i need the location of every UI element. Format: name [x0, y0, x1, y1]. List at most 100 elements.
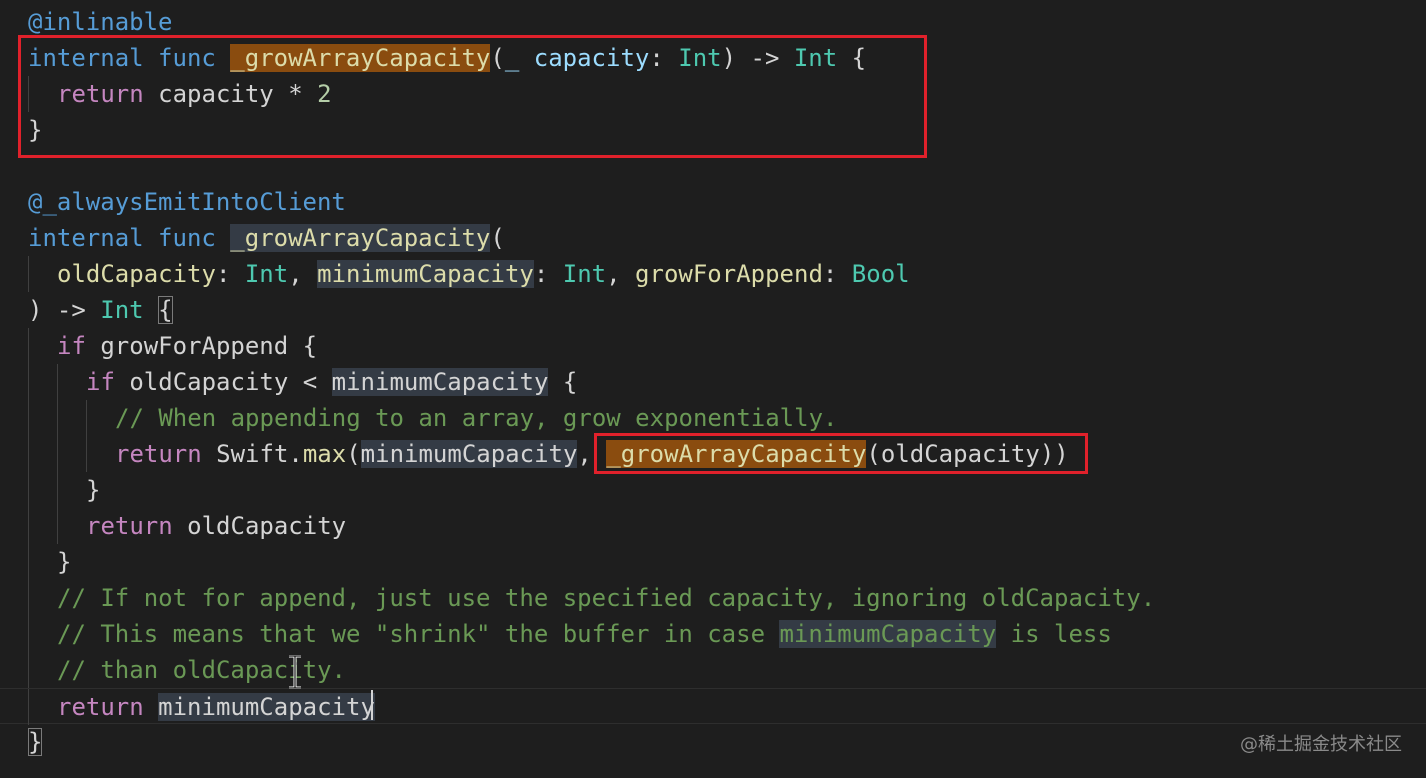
code-token: Int [100, 296, 144, 324]
code-token: is less [996, 620, 1112, 648]
indent-guide [28, 508, 29, 544]
code-token: func [158, 224, 216, 252]
code-token: Int [562, 260, 607, 288]
code-token: if [86, 368, 115, 396]
code-text: return minimumCapacity [57, 689, 375, 725]
indent-guide [28, 328, 29, 364]
indent-guide [86, 400, 87, 436]
code-token: , [288, 260, 318, 288]
code-token: minimumCapacity [331, 368, 549, 396]
indent-guide [28, 616, 29, 652]
code-token: minimumCapacity [317, 260, 534, 288]
code-token: growForAppend { [85, 332, 318, 360]
code-token: ( [346, 440, 361, 468]
code-token: @_alwaysEmitIntoClient [28, 188, 346, 216]
indent-guide [28, 400, 29, 436]
code-text: internal func _growArrayCapacity( [28, 220, 505, 256]
code-text: ) -> Int { [28, 292, 173, 328]
code-line[interactable]: } [0, 472, 1426, 508]
code-token: ( [490, 224, 505, 252]
code-token: } [57, 548, 72, 576]
code-text: } [28, 724, 43, 760]
code-text: } [57, 544, 71, 580]
code-token: ) -> [28, 296, 101, 324]
code-token: : [215, 260, 245, 288]
code-token: { [158, 296, 173, 324]
code-token: internal [28, 224, 144, 252]
indent-guide [28, 580, 29, 616]
highlight-box-function-call [594, 433, 1088, 474]
code-line[interactable]: // When appending to an array, grow expo… [0, 400, 1426, 436]
code-text: // than oldCapacity. [57, 652, 346, 688]
highlight-box-function-definition [18, 35, 927, 158]
code-token: return [115, 440, 202, 468]
code-token: Bool [851, 260, 910, 288]
code-line[interactable]: } [0, 724, 1426, 760]
code-token: return [57, 693, 144, 721]
indent-guide [57, 400, 58, 436]
code-token: minimumCapacity [779, 620, 997, 648]
code-line[interactable]: return oldCapacity [0, 508, 1426, 544]
code-token: // than oldCapacity. [57, 656, 346, 684]
code-line[interactable]: // than oldCapacity. [0, 652, 1426, 688]
code-token: : [533, 260, 563, 288]
code-line[interactable]: return minimumCapacity [0, 688, 1426, 725]
ibeam-cursor-icon [289, 655, 301, 689]
code-token: { [548, 368, 578, 396]
code-token: } [28, 728, 43, 756]
code-token: minimumCapacity [158, 693, 375, 721]
code-token: oldCapacity < [114, 368, 332, 396]
code-line[interactable]: if growForAppend { [0, 328, 1426, 364]
code-text: // If not for append, just use the speci… [57, 580, 1155, 616]
code-token: , [606, 260, 636, 288]
code-line[interactable]: oldCapacity: Int, minimumCapacity: Int, … [0, 256, 1426, 292]
code-token: // This means that we "shrink" the buffe… [57, 620, 780, 648]
code-line[interactable]: // This means that we "shrink" the buffe… [0, 616, 1426, 652]
indent-guide [57, 364, 58, 400]
code-token: oldCapacity [172, 512, 347, 540]
code-line[interactable]: @_alwaysEmitIntoClient [0, 184, 1426, 220]
code-token: : [822, 260, 852, 288]
code-token: } [86, 476, 101, 504]
indent-guide [28, 689, 29, 725]
indent-guide [28, 544, 29, 580]
indent-guide [28, 652, 29, 688]
code-text: } [86, 472, 100, 508]
code-line[interactable]: if oldCapacity < minimumCapacity { [0, 364, 1426, 400]
indent-guide [57, 472, 58, 508]
code-token: return [86, 512, 173, 540]
text-cursor [371, 690, 373, 720]
indent-guide [57, 436, 58, 472]
code-text: // This means that we "shrink" the buffe… [57, 616, 1112, 652]
code-token: Int [244, 260, 289, 288]
code-token: growForAppend [635, 260, 823, 288]
indent-guide [28, 436, 29, 472]
code-token: oldCapacity [57, 260, 216, 288]
code-text: if oldCapacity < minimumCapacity { [86, 364, 577, 400]
code-token: max [302, 440, 347, 468]
code-token: if [57, 332, 86, 360]
code-text: if growForAppend { [57, 328, 317, 364]
indent-guide [57, 508, 58, 544]
code-text: oldCapacity: Int, minimumCapacity: Int, … [57, 256, 910, 292]
code-text: return oldCapacity [86, 508, 346, 544]
indent-guide [28, 256, 29, 292]
code-token: // If not for append, just use the speci… [57, 584, 1156, 612]
indent-guide [28, 364, 29, 400]
code-line[interactable]: internal func _growArrayCapacity( [0, 220, 1426, 256]
code-line[interactable]: ) -> Int { [0, 292, 1426, 328]
watermark: @稀土掘金技术社区 [1240, 734, 1402, 755]
indent-guide [28, 472, 29, 508]
indent-guide [86, 436, 87, 472]
code-line[interactable]: } [0, 544, 1426, 580]
code-token: // When appending to an array, grow expo… [115, 404, 838, 432]
code-token: _growArrayCapacity [230, 224, 491, 252]
code-token: Swift. [201, 440, 303, 468]
code-token: minimumCapacity [360, 440, 578, 468]
code-text: // When appending to an array, grow expo… [115, 400, 837, 436]
code-line[interactable]: // If not for append, just use the speci… [0, 580, 1426, 616]
